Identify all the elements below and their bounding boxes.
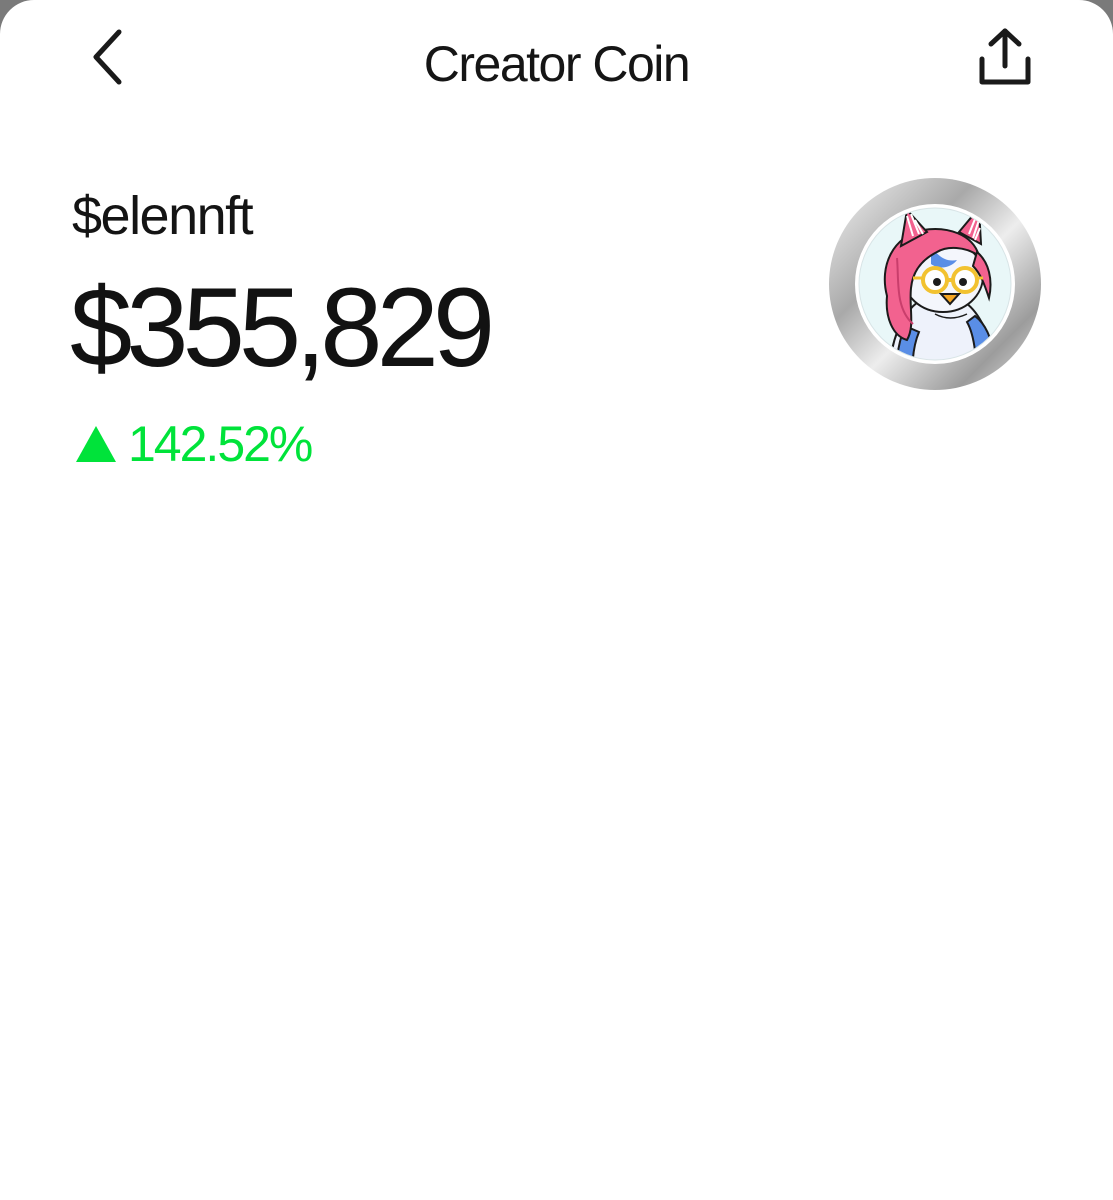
change-percent: 142.52% bbox=[128, 416, 313, 472]
share-button[interactable] bbox=[968, 22, 1042, 92]
coin-price: $355,829 bbox=[70, 265, 495, 390]
triangle-up-icon bbox=[74, 422, 118, 466]
page-title: Creator Coin bbox=[423, 36, 691, 92]
creator-avatar[interactable] bbox=[827, 176, 1043, 392]
penguin-avatar-icon bbox=[829, 178, 1041, 390]
share-upload-icon bbox=[979, 28, 1031, 85]
price-change: 142.52% bbox=[74, 414, 313, 474]
coin-ticker: $elennft bbox=[72, 186, 254, 246]
top-navigation-bar: Creator Coin bbox=[0, 0, 1113, 125]
